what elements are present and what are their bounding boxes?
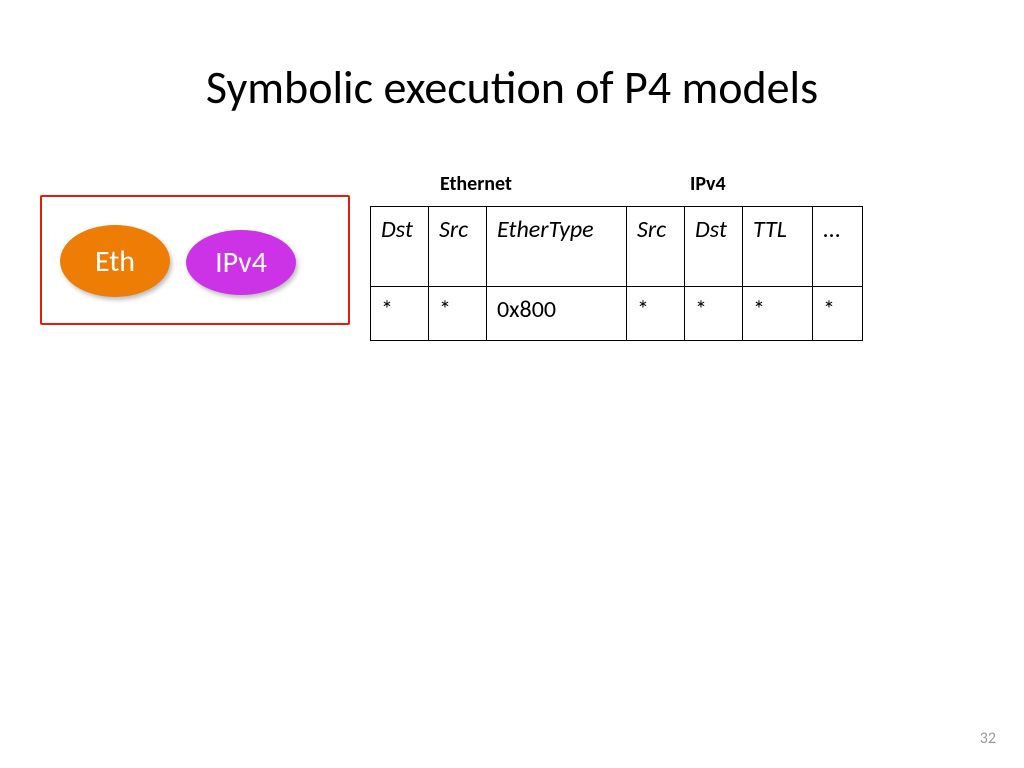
val-ipv4-ttl: *: [743, 287, 813, 341]
val-ipv4-dst: *: [685, 287, 743, 341]
col-ipv4-src: Src: [627, 207, 685, 287]
eth-oval-label: Eth: [95, 243, 135, 280]
col-more: ...: [813, 207, 863, 287]
ipv4-header-oval: IPv4: [186, 230, 296, 295]
col-ipv4-dst: Dst: [685, 207, 743, 287]
val-more: *: [813, 287, 863, 341]
col-ethernet-ethertype: EtherType: [487, 207, 627, 287]
val-ethernet-src: *: [429, 287, 487, 341]
table-group-labels: Ethernet IPv4: [370, 172, 980, 196]
val-ethernet-dst: *: [371, 287, 429, 341]
table-value-row: * * 0x800 * * * *: [371, 287, 863, 341]
eth-header-oval: Eth: [60, 225, 170, 297]
page-number: 32: [980, 729, 996, 748]
symbolic-fields-table: Dst Src EtherType Src Dst TTL ... * * 0x…: [370, 206, 863, 341]
ipv4-group-label: IPv4: [625, 172, 726, 196]
ipv4-oval-label: IPv4: [215, 244, 267, 281]
slide-title: Symbolic execution of P4 models: [0, 60, 1024, 116]
table-header-row: Dst Src EtherType Src Dst TTL ...: [371, 207, 863, 287]
val-ethernet-ethertype: 0x800: [487, 287, 627, 341]
val-ipv4-src: *: [627, 287, 685, 341]
col-ethernet-dst: Dst: [371, 207, 429, 287]
col-ethernet-src: Src: [429, 207, 487, 287]
ethernet-group-label: Ethernet: [370, 172, 625, 196]
col-ipv4-ttl: TTL: [743, 207, 813, 287]
